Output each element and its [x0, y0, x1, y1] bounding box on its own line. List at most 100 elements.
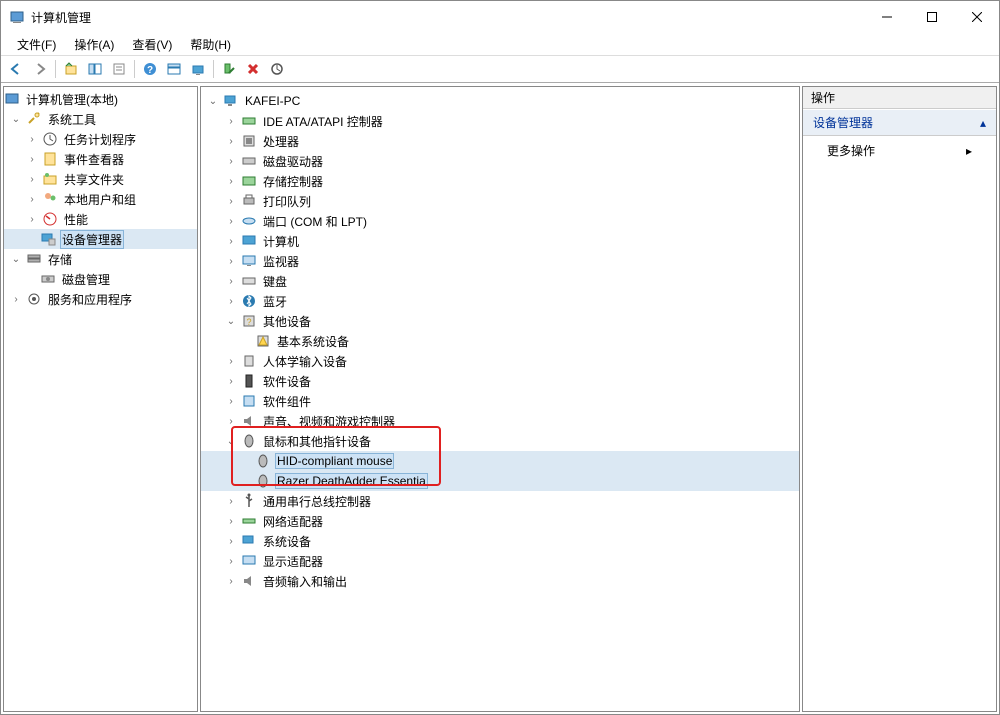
- chevron-right-icon[interactable]: ›: [24, 171, 40, 187]
- chevron-right-icon[interactable]: ›: [24, 211, 40, 227]
- chevron-right-icon[interactable]: ›: [223, 493, 239, 509]
- device-hid-mouse[interactable]: HID-compliant mouse: [201, 451, 799, 471]
- chevron-right-icon: ▸: [966, 144, 972, 158]
- show-hide-tree-button[interactable]: [84, 58, 106, 80]
- tree-services-apps[interactable]: › 服务和应用程序: [4, 289, 197, 309]
- chevron-right-icon[interactable]: ›: [223, 373, 239, 389]
- menu-action[interactable]: 操作(A): [66, 34, 122, 55]
- chevron-right-icon[interactable]: ›: [24, 191, 40, 207]
- device-sound[interactable]: ›声音、视频和游戏控制器: [201, 411, 799, 431]
- chevron-right-icon[interactable]: ›: [223, 213, 239, 229]
- chevron-right-icon[interactable]: ›: [223, 193, 239, 209]
- action-group-header[interactable]: 设备管理器 ▴: [803, 109, 996, 136]
- actions-header: 操作: [803, 87, 996, 109]
- forward-button[interactable]: [29, 58, 51, 80]
- menu-help[interactable]: 帮助(H): [182, 34, 239, 55]
- tree-task-scheduler[interactable]: › 任务计划程序: [4, 129, 197, 149]
- storage-ctrl-icon: [241, 173, 257, 189]
- chevron-right-icon[interactable]: ›: [223, 413, 239, 429]
- tree-device-manager[interactable]: 设备管理器: [4, 229, 197, 249]
- enable-button[interactable]: [218, 58, 240, 80]
- device-hid[interactable]: ›人体学输入设备: [201, 351, 799, 371]
- device-mouse[interactable]: ⌄鼠标和其他指针设备: [201, 431, 799, 451]
- device-unknown[interactable]: 基本系统设备: [201, 331, 799, 351]
- tree-storage[interactable]: ⌄ 存储: [4, 249, 197, 269]
- chevron-right-icon[interactable]: ›: [223, 273, 239, 289]
- menu-view[interactable]: 查看(V): [124, 34, 180, 55]
- device-other[interactable]: ⌄?其他设备: [201, 311, 799, 331]
- chevron-right-icon[interactable]: ›: [223, 553, 239, 569]
- device-usb[interactable]: ›通用串行总线控制器: [201, 491, 799, 511]
- printer-icon: [241, 193, 257, 209]
- minimize-button[interactable]: [864, 2, 909, 32]
- device-display[interactable]: ›显示适配器: [201, 551, 799, 571]
- device-software-comp[interactable]: ›软件组件: [201, 391, 799, 411]
- device-storage-ctrl[interactable]: ›存储控制器: [201, 171, 799, 191]
- device-print-queue[interactable]: ›打印队列: [201, 191, 799, 211]
- back-button[interactable]: [5, 58, 27, 80]
- chevron-right-icon[interactable]: ›: [223, 393, 239, 409]
- action-more[interactable]: 更多操作 ▸: [803, 136, 996, 165]
- chevron-right-icon[interactable]: ›: [223, 253, 239, 269]
- action-pane-button[interactable]: [163, 58, 185, 80]
- scan-button[interactable]: [187, 58, 209, 80]
- chevron-down-icon[interactable]: ⌄: [223, 433, 239, 449]
- chevron-down-icon[interactable]: ⌄: [205, 93, 221, 109]
- device-cpu[interactable]: ›处理器: [201, 131, 799, 151]
- device-network[interactable]: ›网络适配器: [201, 511, 799, 531]
- chevron-right-icon[interactable]: ›: [223, 513, 239, 529]
- device-tree-pane[interactable]: ⌄ KAFEI-PC ›IDE ATA/ATAPI 控制器 ›处理器 ›磁盘驱动…: [200, 86, 800, 712]
- event-icon: [42, 151, 58, 167]
- update-button[interactable]: [266, 58, 288, 80]
- display-icon: [241, 553, 257, 569]
- chevron-down-icon[interactable]: ⌄: [8, 111, 24, 127]
- device-monitor[interactable]: ›监视器: [201, 251, 799, 271]
- chevron-right-icon[interactable]: ›: [223, 113, 239, 129]
- menu-file[interactable]: 文件(F): [9, 34, 64, 55]
- console-tree-pane[interactable]: 计算机管理(本地) ⌄ 系统工具 › 任务计划程序 › 事件查看器 › 共享文件…: [3, 86, 198, 712]
- device-bluetooth[interactable]: ›蓝牙: [201, 291, 799, 311]
- tree-event-viewer[interactable]: › 事件查看器: [4, 149, 197, 169]
- chevron-down-icon[interactable]: ⌄: [8, 251, 24, 267]
- chevron-right-icon[interactable]: ›: [223, 293, 239, 309]
- device-system[interactable]: ›系统设备: [201, 531, 799, 551]
- help-button[interactable]: ?: [139, 58, 161, 80]
- device-audio-io[interactable]: ›音频输入和输出: [201, 571, 799, 591]
- chevron-right-icon[interactable]: ›: [223, 573, 239, 589]
- tree-root[interactable]: 计算机管理(本地): [4, 89, 197, 109]
- properties-button[interactable]: [108, 58, 130, 80]
- chevron-right-icon[interactable]: ›: [223, 233, 239, 249]
- maximize-button[interactable]: [909, 2, 954, 32]
- chevron-right-icon[interactable]: ›: [223, 533, 239, 549]
- clock-icon: [42, 131, 58, 147]
- chevron-right-icon[interactable]: ›: [223, 353, 239, 369]
- device-keyboard[interactable]: ›键盘: [201, 271, 799, 291]
- device-ports[interactable]: ›端口 (COM 和 LPT): [201, 211, 799, 231]
- tree-shared-folders[interactable]: › 共享文件夹: [4, 169, 197, 189]
- chevron-right-icon[interactable]: ›: [24, 151, 40, 167]
- uninstall-button[interactable]: [242, 58, 264, 80]
- pc-icon: [223, 93, 239, 109]
- device-disk-drives[interactable]: ›磁盘驱动器: [201, 151, 799, 171]
- device-ide[interactable]: ›IDE ATA/ATAPI 控制器: [201, 111, 799, 131]
- device-computer[interactable]: ›计算机: [201, 231, 799, 251]
- storage-icon: [26, 251, 42, 267]
- tree-system-tools[interactable]: ⌄ 系统工具: [4, 109, 197, 129]
- up-button[interactable]: [60, 58, 82, 80]
- chevron-down-icon[interactable]: ⌄: [223, 313, 239, 329]
- collapse-icon[interactable]: ▴: [980, 116, 986, 130]
- tree-performance[interactable]: › 性能: [4, 209, 197, 229]
- chevron-right-icon[interactable]: ›: [223, 173, 239, 189]
- chevron-right-icon[interactable]: ›: [24, 131, 40, 147]
- tree-local-users[interactable]: › 本地用户和组: [4, 189, 197, 209]
- device-software[interactable]: ›软件设备: [201, 371, 799, 391]
- chevron-right-icon[interactable]: ›: [223, 153, 239, 169]
- chevron-right-icon[interactable]: ›: [223, 133, 239, 149]
- device-razer-mouse[interactable]: Razer DeathAdder Essentia: [201, 471, 799, 491]
- chevron-right-icon[interactable]: ›: [8, 291, 24, 307]
- tree-disk-mgmt[interactable]: 磁盘管理: [4, 269, 197, 289]
- device-root[interactable]: ⌄ KAFEI-PC: [201, 91, 799, 111]
- separator: [134, 60, 135, 78]
- close-button[interactable]: [954, 2, 999, 32]
- separator: [213, 60, 214, 78]
